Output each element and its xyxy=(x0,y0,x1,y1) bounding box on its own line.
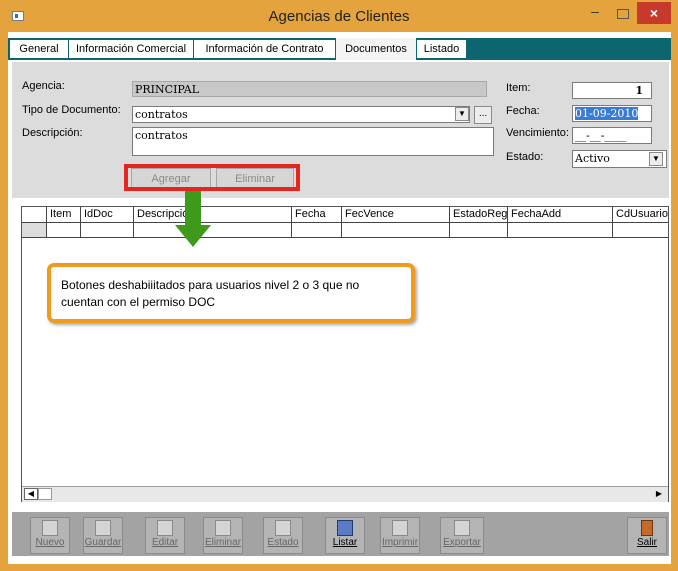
annotation-arrow-head xyxy=(175,225,211,247)
agencia-label: Agencia: xyxy=(22,80,65,92)
edit-icon xyxy=(157,520,173,536)
grid-cell[interactable] xyxy=(47,223,81,238)
tab-bar: General Información Comercial Informació… xyxy=(8,38,671,60)
eliminar-label: Eliminar xyxy=(204,537,242,548)
editar-button[interactable]: Editar xyxy=(145,517,185,554)
grid-cell[interactable] xyxy=(508,223,613,238)
estado-button[interactable]: Estado xyxy=(263,517,303,554)
printer-icon xyxy=(392,520,408,536)
estado-button-label: Estado xyxy=(267,537,299,548)
fecha-input[interactable]: 01-09-2010 xyxy=(572,105,652,122)
listar-button[interactable]: Listar xyxy=(325,517,365,554)
exit-door-icon xyxy=(641,520,653,536)
grid-column-header[interactable]: EstadoReg xyxy=(450,207,508,223)
grid-column-header[interactable]: IdDoc xyxy=(81,207,134,223)
tipo-documento-browse-button[interactable]: ... xyxy=(474,106,492,124)
descripcion-input[interactable]: contratos xyxy=(132,127,494,156)
window-bottom-edge xyxy=(8,558,671,564)
grid-cell[interactable] xyxy=(134,223,292,238)
grid-cell[interactable] xyxy=(292,223,342,238)
grid-column-header[interactable]: FecVence xyxy=(342,207,450,223)
delete-icon xyxy=(215,520,231,536)
tipo-documento-dropdown-icon[interactable]: ▼ xyxy=(455,107,469,121)
annotation-callout: Botones deshabiiitados para usuarios niv… xyxy=(47,263,415,323)
list-icon xyxy=(337,520,353,536)
tab-general[interactable]: General xyxy=(10,40,69,58)
salir-button[interactable]: Salir xyxy=(627,517,667,554)
agencia-field: PRINCIPAL xyxy=(132,81,487,97)
documents-grid[interactable] xyxy=(21,206,669,502)
grid-column-header[interactable]: Fecha xyxy=(292,207,342,223)
exportar-label: Exportar xyxy=(443,537,481,548)
grid-column-header[interactable]: Descripción xyxy=(134,207,292,223)
estado-label: Estado: xyxy=(506,151,544,163)
minimize-button[interactable]: – xyxy=(582,4,608,24)
scroll-right-icon[interactable]: ▶ xyxy=(652,488,666,500)
grid-cell[interactable] xyxy=(342,223,450,238)
tab-informacion-contrato[interactable]: Información de Contrato xyxy=(194,40,336,58)
nuevo-button[interactable]: Nuevo xyxy=(30,517,70,554)
fecha-label: Fecha: xyxy=(506,105,540,117)
tab-documentos[interactable]: Documentos xyxy=(336,38,417,60)
guardar-button[interactable]: Guardar xyxy=(83,517,123,554)
document-form-panel: Agencia: PRINCIPAL Tipo de Documento: co… xyxy=(12,62,669,198)
tipo-documento-label: Tipo de Documento: xyxy=(22,104,121,116)
item-label: Item: xyxy=(506,82,531,94)
grid-column-header[interactable]: FechaAdd xyxy=(508,207,613,223)
editar-label: Editar xyxy=(151,537,179,548)
grid-row-selector-header xyxy=(22,207,47,223)
close-button[interactable]: × xyxy=(637,2,671,24)
vencimiento-label: Vencimiento: xyxy=(506,127,569,139)
nuevo-label: Nuevo xyxy=(35,537,65,548)
window-title: Agencias de Clientes xyxy=(268,8,410,25)
save-icon xyxy=(95,520,111,536)
imprimir-label: Imprimir xyxy=(381,537,419,548)
salir-label: Salir xyxy=(636,537,657,548)
exportar-button[interactable]: Exportar xyxy=(440,517,484,554)
grid-column-header[interactable]: CdUsuario xyxy=(613,207,668,223)
maximize-button[interactable] xyxy=(609,6,635,24)
status-icon xyxy=(275,520,291,536)
grid-column-header[interactable]: Item xyxy=(47,207,81,223)
estado-dropdown-icon[interactable]: ▼ xyxy=(649,152,663,166)
scroll-left-icon[interactable]: ◀ xyxy=(24,488,38,500)
descripcion-label: Descripción: xyxy=(22,127,83,139)
export-icon xyxy=(454,520,470,536)
listar-label: Listar xyxy=(332,537,358,548)
tab-informacion-comercial[interactable]: Información Comercial xyxy=(69,40,194,58)
tab-listado[interactable]: Listado xyxy=(417,40,467,58)
grid-row-selector[interactable] xyxy=(22,223,47,238)
new-document-icon xyxy=(42,520,58,536)
disabled-buttons-highlight xyxy=(124,164,300,191)
item-field: 1 xyxy=(572,82,652,99)
grid-cell[interactable] xyxy=(81,223,134,238)
grid-cell[interactable] xyxy=(613,223,668,238)
annotation-arrow xyxy=(185,191,201,225)
scroll-thumb[interactable] xyxy=(38,488,52,500)
guardar-label: Guardar xyxy=(84,537,122,548)
horizontal-scrollbar[interactable] xyxy=(22,486,668,502)
vencimiento-input[interactable]: __-__-____ xyxy=(572,127,652,144)
imprimir-button[interactable]: Imprimir xyxy=(380,517,420,554)
tipo-documento-select[interactable]: contratos xyxy=(132,106,470,123)
grid-cell[interactable] xyxy=(450,223,508,238)
eliminar-toolbar-button[interactable]: Eliminar xyxy=(203,517,243,554)
fecha-value: 01-09-2010 xyxy=(575,107,639,120)
